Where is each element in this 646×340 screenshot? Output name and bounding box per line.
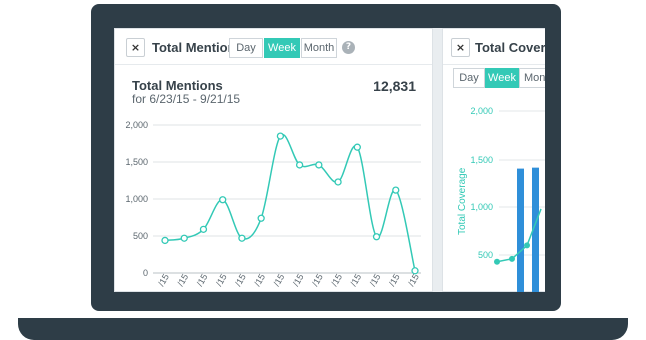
mentions-line-chart: 0 500 1,000 1,500 2,000/15/15/15/15/15/15/15… [125,120,421,288]
y-tick-label: 1,000 [125,194,148,204]
data-point [295,161,304,169]
coverage-bar-chart: 2,000 1,500 1,000 500 Total Coverage [457,106,545,292]
data-point [524,242,530,249]
data-point [161,236,169,245]
x-tick-label: /15 [406,272,421,288]
total-mentions-panel: × Total Mentions Day Week Month ? Total … [114,28,433,292]
y-tick-label: 0 [143,268,148,278]
x-tick-label: /15 [368,272,383,288]
laptop-screen: × Total Mentions Day Week Month ? Total … [114,28,545,292]
y-tick-label: 2,000 [125,120,148,130]
x-tick-label: /15 [214,272,229,288]
total-coverage-panel: × Total Coverage Day Week Mont 2,0001,50… [442,28,545,292]
data-point [257,214,265,222]
x-tick-label: /15 [252,272,267,288]
y-tick-label: 1,500 [470,155,493,165]
data-point [276,132,285,140]
data-point [334,178,342,186]
x-tick-label: /15 [291,272,306,288]
bar [517,168,524,292]
x-tick-label: /15 [329,272,344,288]
x-tick-label: /15 [175,272,190,288]
series-line [164,133,416,271]
y-axis-label: Total Coverage [457,167,468,235]
data-point [238,234,246,242]
data-point [392,186,400,194]
y-tick-label: 1,500 [125,157,148,167]
laptop-base [18,318,628,340]
data-point [199,225,208,233]
data-point [219,196,227,204]
x-tick-label: /15 [310,272,325,288]
data-point [315,161,323,169]
x-tick-label: /15 [387,272,402,288]
data-point [509,255,515,262]
y-tick-label: 1,000 [470,202,493,212]
x-tick-label: /15 [271,272,286,288]
data-point [494,258,500,265]
x-tick-label: /15 [233,272,248,288]
data-point [180,234,188,242]
x-tick-label: /15 [156,272,171,288]
data-point [372,233,381,241]
x-tick-label: /15 [195,272,210,288]
data-point [353,143,361,151]
y-tick-label: 500 [478,250,493,260]
x-tick-label: /15 [348,272,363,288]
y-tick-label: 2,000 [470,106,493,116]
y-tick-label: 500 [133,231,148,241]
